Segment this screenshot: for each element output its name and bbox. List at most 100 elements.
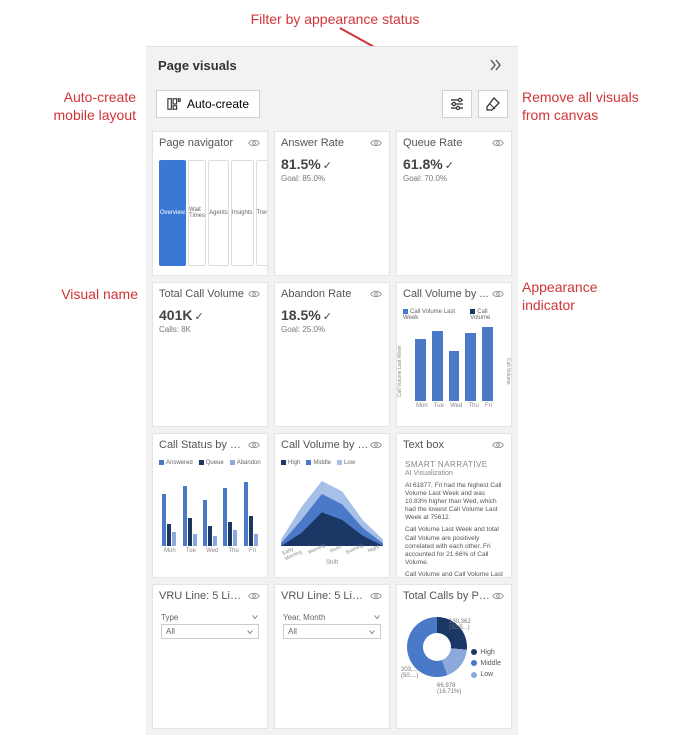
check-icon: ✓ bbox=[323, 160, 332, 172]
panel-title: Page visuals bbox=[158, 58, 237, 73]
visual-tile[interactable]: Text boxSMART NARRATIVEAI VisualizationA… bbox=[396, 433, 512, 578]
page-visuals-panel: Page visuals Auto-create bbox=[146, 46, 518, 735]
appearance-indicator[interactable] bbox=[369, 589, 383, 603]
annotation-filter: Filter by appearance status bbox=[230, 10, 440, 28]
filter-button[interactable] bbox=[442, 90, 472, 118]
kpi-goal: Calls: 8K bbox=[159, 325, 261, 334]
slicer-field: Year, Month bbox=[283, 613, 325, 622]
auto-create-button[interactable]: Auto-create bbox=[156, 90, 260, 118]
kpi-value: 61.8% bbox=[403, 156, 443, 172]
tile-header: Queue Rate bbox=[397, 132, 511, 154]
visual-tile[interactable]: Queue Rate 61.8%✓ Goal: 70.0% bbox=[396, 131, 512, 276]
tile-title: Abandon Rate bbox=[281, 288, 369, 300]
tile-title: Total Calls by Pri... bbox=[403, 590, 491, 602]
eye-icon bbox=[369, 438, 383, 452]
nav-page[interactable]: Wait Times bbox=[188, 160, 206, 266]
tile-body: 61.8%✓ Goal: 70.0% bbox=[397, 154, 511, 275]
eye-icon bbox=[247, 287, 261, 301]
appearance-indicator[interactable] bbox=[369, 438, 383, 452]
tile-body: Type All bbox=[153, 607, 267, 728]
appearance-indicator[interactable] bbox=[369, 136, 383, 150]
appearance-indicator[interactable] bbox=[369, 287, 383, 301]
nav-page[interactable]: Insights bbox=[231, 160, 254, 266]
sliders-icon bbox=[449, 96, 465, 112]
appearance-indicator[interactable] bbox=[247, 438, 261, 452]
appearance-indicator[interactable] bbox=[491, 589, 505, 603]
visual-tile[interactable]: VRU Line: 5 Line... Year, Month All bbox=[274, 584, 390, 729]
visual-tile[interactable]: Call Volume by ... Call Volume Last WeekC… bbox=[396, 282, 512, 427]
tile-body: Call Volume Last WeekCall VolumeCall Vol… bbox=[397, 305, 511, 426]
kpi-value: 18.5% bbox=[281, 307, 321, 323]
check-icon: ✓ bbox=[445, 160, 454, 172]
tile-title: Call Status by W... bbox=[159, 439, 247, 451]
tile-body: AnsweredQueueAbandonMonTueWedThuFri bbox=[153, 456, 267, 577]
tile-header: VRU Line: 5 Line... bbox=[153, 585, 267, 607]
layout-icon bbox=[167, 97, 181, 111]
check-icon: ✓ bbox=[323, 311, 332, 323]
slicer-field: Type bbox=[161, 613, 178, 622]
nav-cells: OverviewWait TimesAgentsInsightsTrends bbox=[159, 156, 261, 266]
slicer-dropdown[interactable]: All bbox=[161, 624, 259, 639]
appearance-indicator[interactable] bbox=[491, 287, 505, 301]
y-axis-right: Call Volume bbox=[503, 331, 511, 412]
eye-icon bbox=[247, 438, 261, 452]
visual-tile[interactable]: Call Volume by S...HighMiddleLowEarly Mo… bbox=[274, 433, 390, 578]
nav-page[interactable]: Trends bbox=[256, 160, 268, 266]
tile-header: Abandon Rate bbox=[275, 283, 389, 305]
panel-toolbar: Auto-create bbox=[146, 83, 518, 125]
tile-body: OverviewWait TimesAgentsInsightsTrends bbox=[153, 154, 267, 275]
visual-tile[interactable]: Call Status by W... AnsweredQueueAbandonM… bbox=[152, 433, 268, 578]
tile-header: Page navigator bbox=[153, 132, 267, 154]
tile-header: Call Status by W... bbox=[153, 434, 267, 456]
tile-body: 18.5%✓ Goal: 25.0% bbox=[275, 305, 389, 426]
chart-legend: HighMiddleLow bbox=[281, 458, 383, 468]
tile-header: Call Volume by S... bbox=[275, 434, 389, 456]
visual-tile[interactable]: Abandon Rate 18.5%✓ Goal: 25.0% bbox=[274, 282, 390, 427]
tile-title: Queue Rate bbox=[403, 137, 491, 149]
eye-icon bbox=[491, 136, 505, 150]
tile-title: Call Volume by S... bbox=[281, 439, 369, 451]
tile-title: VRU Line: 5 Line... bbox=[159, 590, 247, 602]
tile-body: 81.5%✓Goal: 85.0% bbox=[275, 154, 389, 275]
appearance-indicator[interactable] bbox=[491, 136, 505, 150]
kpi-goal: Goal: 25.0% bbox=[281, 325, 383, 334]
nav-page[interactable]: Agents bbox=[208, 160, 229, 266]
nav-page[interactable]: Overview bbox=[159, 160, 186, 266]
visual-tile[interactable]: Page navigator OverviewWait TimesAgentsIn… bbox=[152, 131, 268, 276]
annotation-appearance: Appearanceindicator bbox=[522, 278, 642, 314]
visual-tile[interactable]: Total Calls by Pri... HighMiddleLow130,36… bbox=[396, 584, 512, 729]
x-labels: MonTueWedThuFri bbox=[403, 401, 505, 409]
chart-bars bbox=[159, 468, 261, 546]
tile-body: SMART NARRATIVEAI VisualizationAt 61877,… bbox=[397, 456, 511, 577]
eye-icon bbox=[491, 438, 505, 452]
eye-icon bbox=[369, 136, 383, 150]
eye-icon bbox=[247, 589, 261, 603]
x-axis-label: Shift bbox=[281, 560, 383, 566]
tile-title: Page navigator bbox=[159, 137, 247, 149]
expand-panel-button[interactable] bbox=[486, 55, 506, 75]
visual-tile[interactable]: VRU Line: 5 Line... Type All bbox=[152, 584, 268, 729]
tile-header: VRU Line: 5 Line... bbox=[275, 585, 389, 607]
tile-title: Total Call Volume bbox=[159, 288, 247, 300]
appearance-indicator[interactable] bbox=[247, 136, 261, 150]
eye-icon bbox=[491, 589, 505, 603]
tile-body: HighMiddleLow130,362(32.5...)66,978(16.7… bbox=[397, 607, 511, 728]
annotation-autocreate: Auto-createmobile layout bbox=[8, 88, 136, 124]
appearance-indicator[interactable] bbox=[247, 287, 261, 301]
kpi-value: 401K bbox=[159, 307, 192, 323]
slicer-dropdown[interactable]: All bbox=[283, 624, 381, 639]
tile-title: Call Volume by ... bbox=[403, 288, 491, 300]
tile-header: Text box bbox=[397, 434, 511, 456]
appearance-indicator[interactable] bbox=[247, 589, 261, 603]
tile-body: Year, Month All bbox=[275, 607, 389, 728]
annotation-removeall: Remove all visualsfrom canvas bbox=[522, 88, 682, 124]
visual-tile[interactable]: Answer Rate81.5%✓Goal: 85.0% bbox=[274, 131, 390, 276]
erase-button[interactable] bbox=[478, 90, 508, 118]
eye-icon bbox=[369, 287, 383, 301]
check-icon: ✓ bbox=[194, 311, 203, 323]
eye-icon bbox=[491, 287, 505, 301]
visual-tile[interactable]: Total Call Volume 401K✓ Calls: 8K bbox=[152, 282, 268, 427]
eraser-icon bbox=[485, 96, 501, 112]
appearance-indicator[interactable] bbox=[491, 438, 505, 452]
kpi-goal: Goal: 70.0% bbox=[403, 174, 505, 183]
